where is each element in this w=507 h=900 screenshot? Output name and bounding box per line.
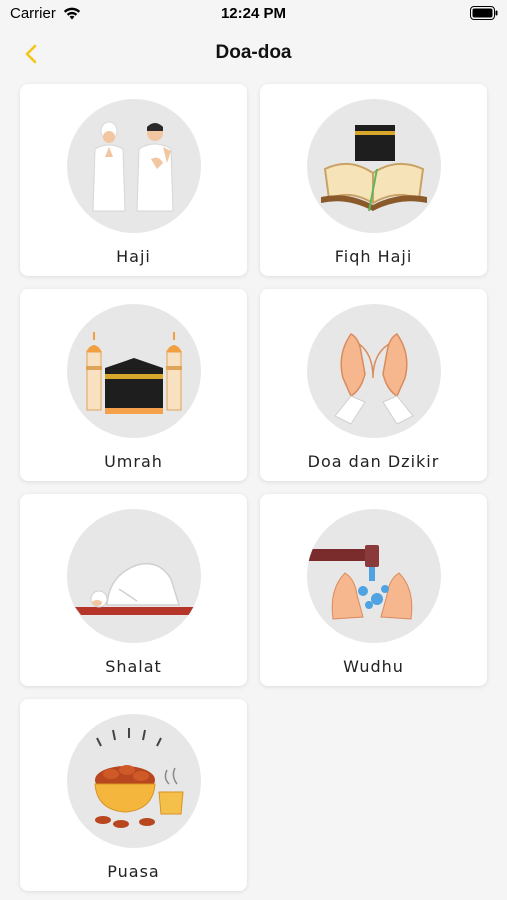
category-label: Haji xyxy=(116,247,151,266)
category-card-fiqh-haji[interactable]: Fiqh Haji xyxy=(260,84,487,276)
category-label: Fiqh Haji xyxy=(334,247,413,266)
category-card-wudhu[interactable]: Wudhu xyxy=(260,494,487,686)
page-title: Doa-doa xyxy=(215,42,292,63)
category-label: Shalat xyxy=(105,657,162,676)
kaaba-minarets-illustration xyxy=(67,304,201,438)
navigation-bar: Doa-doa xyxy=(0,30,507,78)
prostration-illustration xyxy=(67,509,201,643)
category-label: Wudhu xyxy=(343,657,404,676)
category-label: Doa dan Dzikir xyxy=(307,452,440,471)
category-grid: Haji Fiqh Haji Umrah Doa dan Dzikir Shal… xyxy=(20,84,488,891)
category-label: Puasa xyxy=(107,862,160,881)
ablution-hands-illustration xyxy=(307,509,441,643)
battery-icon xyxy=(470,6,498,20)
praying-hands-illustration xyxy=(307,304,441,438)
category-label: Umrah xyxy=(104,452,163,471)
pilgrims-illustration xyxy=(67,99,201,233)
category-card-umrah[interactable]: Umrah xyxy=(20,289,247,481)
status-time: 12:24 PM xyxy=(220,5,287,22)
status-bar: Carrier 12:24 PM xyxy=(0,0,507,30)
dates-bowl-illustration xyxy=(67,714,201,848)
category-card-shalat[interactable]: Shalat xyxy=(20,494,247,686)
category-card-doa-dan-dzikir[interactable]: Doa dan Dzikir xyxy=(260,289,487,481)
category-card-puasa[interactable]: Puasa xyxy=(20,699,247,891)
kaaba-quran-illustration xyxy=(307,99,441,233)
category-card-haji[interactable]: Haji xyxy=(20,84,247,276)
